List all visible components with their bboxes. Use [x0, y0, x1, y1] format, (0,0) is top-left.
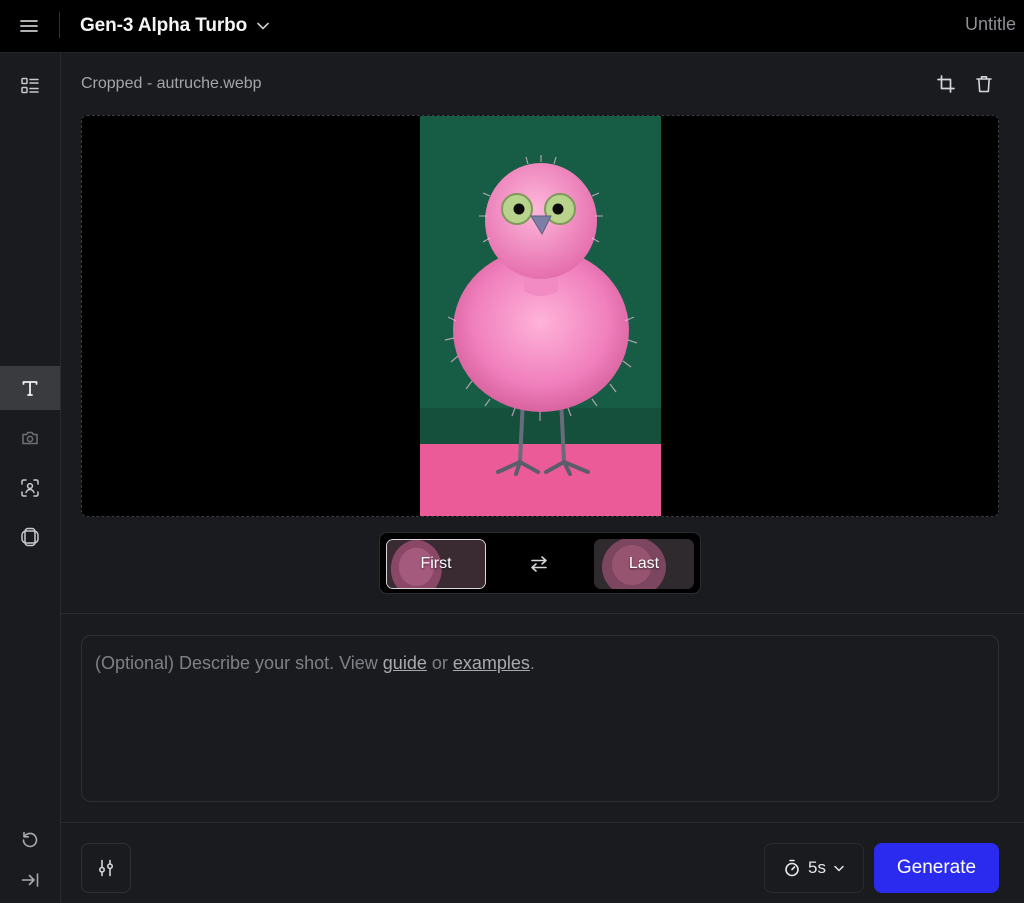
undo-icon: [22, 831, 38, 848]
timer-icon: [785, 859, 799, 877]
section-divider: [61, 822, 1024, 823]
chevron-down-icon: [834, 865, 844, 871]
sidebar-item-text[interactable]: [0, 366, 60, 410]
first-frame-label: First: [420, 555, 452, 572]
top-divider: [59, 12, 60, 38]
menu-button[interactable]: [14, 12, 44, 40]
swap-frames-button[interactable]: [524, 549, 554, 579]
document-title[interactable]: Untitle: [965, 14, 1016, 35]
generate-button[interactable]: Generate: [874, 843, 999, 893]
file-name: Cropped - autruche.webp: [81, 75, 262, 92]
main-panel: Cropped - autruche.webp First Last (Opti…: [61, 53, 1024, 903]
prompt-input[interactable]: (Optional) Describe your shot. View guid…: [81, 635, 999, 802]
section-divider: [61, 613, 1024, 614]
image-preview[interactable]: [81, 115, 999, 517]
sliders-icon: [98, 859, 114, 877]
first-frame-button[interactable]: First: [386, 539, 486, 589]
prompt-placeholder: (Optional) Describe your shot. View guid…: [95, 653, 535, 673]
settings-button[interactable]: [81, 843, 131, 893]
text-t-icon: [22, 381, 38, 396]
sidebar-item-assets[interactable]: [0, 64, 60, 108]
sidebar-item-collapse[interactable]: [0, 858, 60, 902]
examples-link[interactable]: examples: [453, 653, 530, 673]
list-grid-icon: [21, 77, 39, 94]
trash-icon: [976, 76, 992, 93]
model-selector[interactable]: Gen-3 Alpha Turbo: [80, 12, 269, 40]
hamburger-icon: [20, 20, 38, 32]
first-last-frame-toggle: First Last: [379, 532, 701, 594]
last-frame-button[interactable]: Last: [594, 539, 694, 589]
ostrich-image: [420, 116, 661, 516]
top-bar: Gen-3 Alpha Turbo Untitle: [0, 0, 1024, 53]
left-sidebar: [0, 53, 61, 903]
sidebar-item-history[interactable]: [0, 817, 60, 861]
crop-icon: [937, 75, 955, 93]
sidebar-item-frames[interactable]: [0, 515, 60, 559]
guide-link[interactable]: guide: [383, 653, 427, 673]
last-frame-label: Last: [628, 555, 660, 572]
delete-button[interactable]: [970, 70, 998, 98]
camera-icon: [22, 431, 38, 445]
swap-arrows-icon: [531, 556, 547, 572]
sidebar-item-subject[interactable]: [0, 466, 60, 510]
sidebar-item-camera[interactable]: [0, 416, 60, 460]
collapse-right-icon: [21, 873, 39, 887]
crop-button[interactable]: [932, 70, 960, 98]
chevron-down-icon: [257, 22, 269, 30]
duration-select[interactable]: 5s: [764, 843, 864, 893]
person-focus-icon: [21, 479, 39, 497]
frames-icon: [21, 527, 39, 547]
model-name: Gen-3 Alpha Turbo: [80, 15, 248, 36]
duration-value: 5s: [808, 858, 826, 877]
